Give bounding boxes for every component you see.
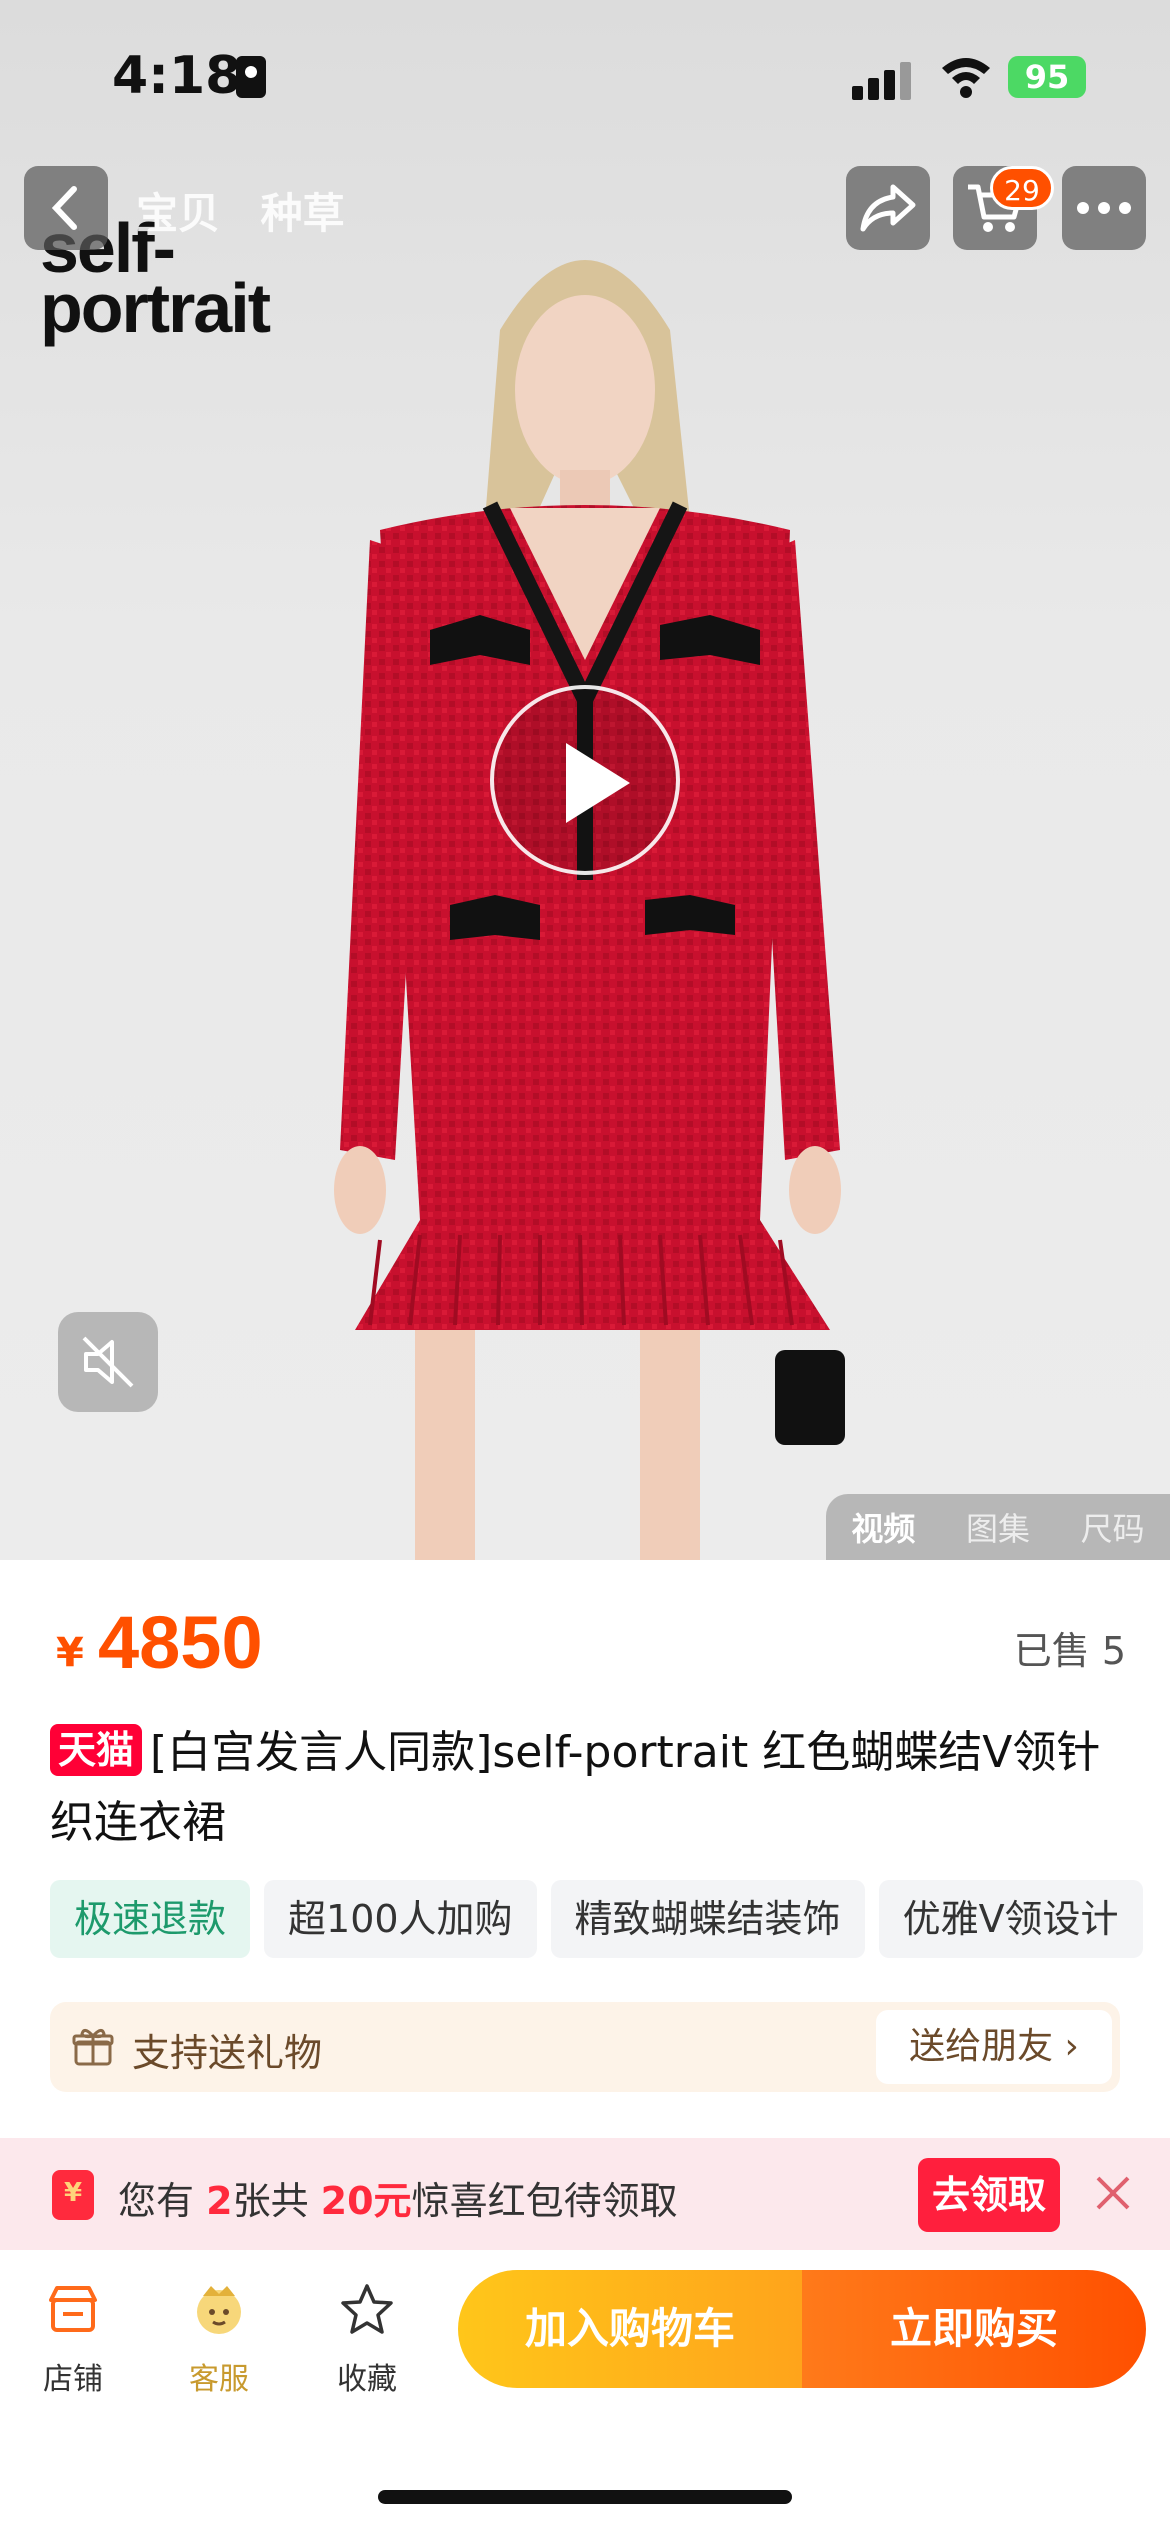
service-label: 客服 xyxy=(189,2362,249,2397)
claim-coupon-button[interactable]: 去领取 xyxy=(918,2158,1060,2232)
speaker-muted-icon xyxy=(82,1336,134,1388)
buy-now-button[interactable]: 立即购买 xyxy=(802,2270,1146,2388)
product-media[interactable]: 4:18 95 self- portrait 宝贝 种草 29 视频 图集 尺码 xyxy=(0,0,1170,1560)
tag-v-neck-design[interactable]: 优雅V领设计 xyxy=(878,1880,1143,1958)
feature-tags: 极速退款 超100人加购 精致蝴蝶结装饰 优雅V领设计 xyxy=(50,1880,1170,1958)
media-tabs: 视频 图集 尺码 xyxy=(826,1494,1170,1560)
top-tabs: 宝贝 种草 xyxy=(136,180,371,241)
tab-product[interactable]: 宝贝 xyxy=(136,189,220,238)
product-title-text: [白宫发言人同款]self-portrait 红色蝴蝶结V领针织连衣裙 xyxy=(50,1727,1101,1848)
more-icon xyxy=(1077,202,1131,214)
home-indicator xyxy=(378,2490,792,2504)
back-button[interactable] xyxy=(24,166,108,250)
gift-label: 支持送礼物 xyxy=(132,2031,323,2075)
coupon-text-mid: 张共 xyxy=(232,2179,309,2223)
price-row: ¥ 4850 已售 5 xyxy=(56,1600,1126,1684)
cart-count-badge: 29 xyxy=(990,166,1054,210)
coupon-text-suffix: 惊喜红包待领取 xyxy=(411,2179,678,2223)
gift-bar[interactable]: 支持送礼物 送给朋友 › xyxy=(50,2002,1120,2092)
service-icon xyxy=(197,2286,241,2334)
add-to-cart-button[interactable]: 加入购物车 xyxy=(458,2270,802,2388)
store-button[interactable]: 店铺 xyxy=(18,2280,128,2398)
red-packet-icon xyxy=(52,2170,94,2220)
signal-icon xyxy=(852,60,912,100)
tag-bow-decoration[interactable]: 精致蝴蝶结装饰 xyxy=(550,1880,865,1958)
more-button[interactable] xyxy=(1062,166,1146,250)
media-tab-gallery[interactable]: 图集 xyxy=(966,1504,1030,1550)
wifi-icon xyxy=(942,58,990,98)
share-button[interactable] xyxy=(846,166,930,250)
close-icon[interactable] xyxy=(1088,2168,1138,2218)
customer-service-button[interactable]: 客服 xyxy=(164,2280,274,2398)
favorite-label: 收藏 xyxy=(337,2362,397,2397)
coupon-text: 您有 2张共 20元惊喜红包待领取 xyxy=(118,2170,678,2225)
coupon-banner: 您有 2张共 20元惊喜红包待领取 去领取 xyxy=(0,2138,1170,2250)
coupon-amount: 20元 xyxy=(320,2179,412,2223)
media-tab-video[interactable]: 视频 xyxy=(851,1504,915,1550)
sold-count: 已售 5 xyxy=(1013,1629,1126,1673)
play-video-button[interactable] xyxy=(490,685,680,875)
gift-icon xyxy=(72,2029,114,2066)
price-value: 4850 xyxy=(98,1601,263,1684)
status-time: 4:18 xyxy=(112,46,242,106)
product-title[interactable]: 天猫 [白宫发言人同款]self-portrait 红色蝴蝶结V领针织连衣裙 xyxy=(50,1718,1130,1858)
status-bar: 4:18 95 xyxy=(0,0,1170,150)
sim-icon xyxy=(236,56,266,98)
chevron-left-icon xyxy=(51,186,77,230)
star-icon xyxy=(341,2284,393,2334)
mute-button[interactable] xyxy=(58,1312,158,1412)
favorite-button[interactable]: 收藏 xyxy=(312,2280,422,2398)
tab-recommend[interactable]: 种草 xyxy=(261,189,345,238)
coupon-text-prefix: 您有 xyxy=(118,2179,195,2223)
tag-fast-refund[interactable]: 极速退款 xyxy=(50,1880,251,1958)
brand-logo-line2: portrait xyxy=(40,269,271,347)
store-icon xyxy=(49,2286,97,2332)
tmall-badge: 天猫 xyxy=(50,1724,143,1776)
media-tab-size[interactable]: 尺码 xyxy=(1081,1504,1145,1550)
price-currency: ¥ xyxy=(56,1630,84,1676)
coupon-count: 2 xyxy=(206,2179,233,2223)
battery-indicator: 95 xyxy=(1008,56,1086,98)
tag-add-to-cart-count[interactable]: 超100人加购 xyxy=(264,1880,537,1958)
store-label: 店铺 xyxy=(43,2362,103,2397)
share-icon xyxy=(860,184,916,232)
send-to-friend-button[interactable]: 送给朋友 › xyxy=(876,2010,1112,2084)
